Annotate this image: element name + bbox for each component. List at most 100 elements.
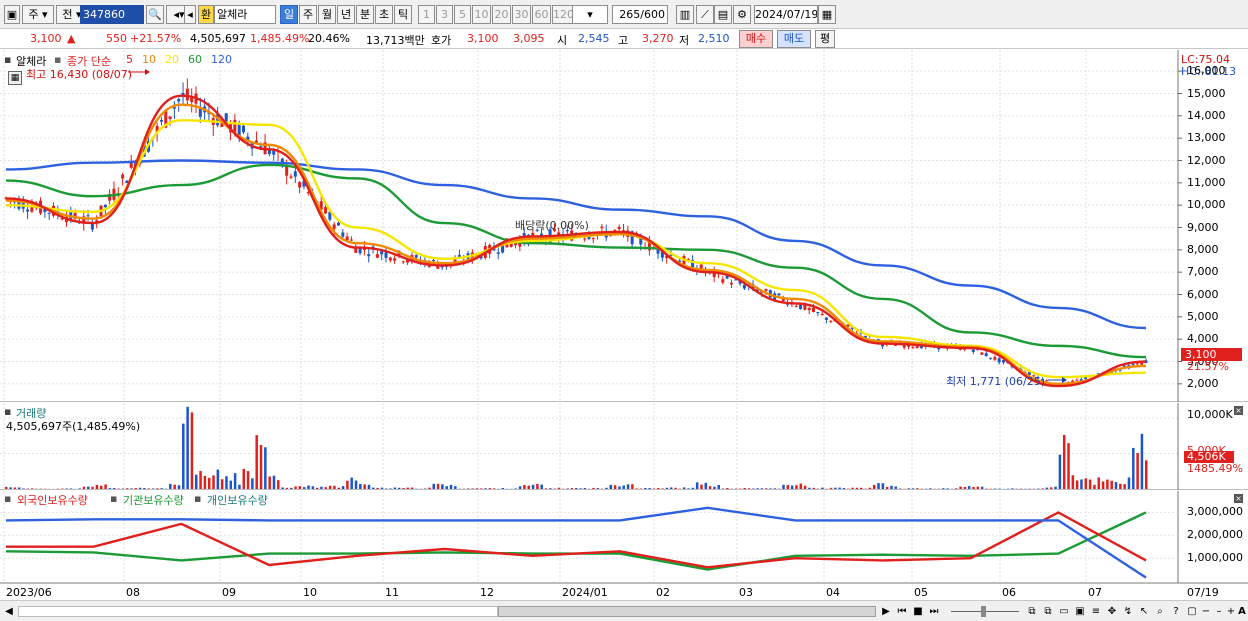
pan-icon[interactable]: ✥ [1105, 604, 1119, 619]
x-axis-label: 2023/06 [6, 586, 52, 599]
font-size-icon[interactable]: A [1236, 604, 1248, 619]
zoom-search-icon[interactable]: ⌕ [1153, 604, 1167, 619]
period-tab-1[interactable]: 주 [299, 5, 317, 24]
candle-body [47, 212, 51, 214]
stop-icon[interactable]: ■ [911, 604, 925, 619]
volume-bar [691, 487, 695, 489]
interval-dropdown[interactable]: ▾ [572, 5, 608, 24]
period-tab-6[interactable]: 틱 [394, 5, 412, 24]
volume-bar [259, 444, 263, 489]
open-value: 2,545 [578, 32, 610, 45]
volume-bar [1114, 482, 1118, 489]
price-y-tick: 13,000 [1187, 131, 1226, 145]
candle-body [242, 125, 245, 133]
copy-icon[interactable]: ⧉ [1041, 604, 1055, 619]
buy-button[interactable]: 매수 [739, 30, 773, 48]
volume-bar [372, 487, 375, 489]
volume-bar [657, 487, 660, 489]
interval-button-1[interactable]: 1 [418, 5, 435, 24]
interval-button-60[interactable]: 60 [532, 5, 551, 24]
period-tab-2[interactable]: 월 [318, 5, 336, 24]
stock-name-field[interactable]: 알체라 [214, 5, 276, 24]
scrollbar-track[interactable] [18, 606, 498, 617]
interval-button-3[interactable]: 3 [436, 5, 453, 24]
candle-icon[interactable]: ▥ [676, 5, 694, 24]
period-tab-5[interactable]: 초 [375, 5, 393, 24]
image-icon[interactable]: ▣ [1073, 604, 1087, 619]
volume-bar [272, 475, 276, 489]
save-icon[interactable]: ▤ [714, 5, 732, 24]
rewind-icon[interactable]: ⏮ [895, 604, 909, 619]
volume-bar [566, 488, 569, 489]
candle-body [794, 306, 798, 308]
volume-bar [501, 487, 505, 489]
holdings-chart-panel[interactable]: ▪ 외국인보유수량 ▪ 기관보유수량 ▪ 개인보유수량 3,000,000 2,000,00… [0, 491, 1248, 583]
interval-button-20[interactable]: 20 [492, 5, 511, 24]
window-tile-icon[interactable]: ▭ [1057, 604, 1071, 619]
cursor-icon[interactable]: ↖ [1137, 604, 1151, 619]
price-y-tick: 4,000 [1187, 332, 1219, 346]
window-icon[interactable]: ▣ [4, 5, 20, 24]
candle-body [103, 204, 107, 208]
volume-bar [726, 487, 729, 489]
volume-value: 4,505,697 [190, 32, 246, 45]
candle-body [172, 107, 176, 109]
volume-bar [605, 487, 608, 489]
scroll-right-icon[interactable]: ▶ [880, 604, 892, 619]
scroll-left-icon[interactable]: ◀ [3, 604, 15, 619]
volume-bar [397, 487, 401, 489]
volume-bar [315, 487, 319, 489]
stock-code-input[interactable]: 347860 [80, 5, 144, 24]
interval-button-10[interactable]: 10 [472, 5, 491, 24]
zoom-slider-handle[interactable] [981, 606, 986, 617]
price-y-tick: 10,000 [1187, 198, 1226, 212]
holdings-bullet-icon: ▪ [4, 492, 12, 505]
interval-button-120[interactable]: 120 [552, 5, 574, 24]
fast-forward-icon[interactable]: ⏭ [927, 604, 941, 619]
grid-icon[interactable]: ▦ [8, 71, 22, 85]
layout-icon[interactable]: ⧉ [1025, 604, 1039, 619]
volume-bar [251, 478, 254, 489]
dash-icon[interactable]: – [1213, 604, 1225, 619]
volume-bar [1097, 477, 1100, 489]
gear-icon[interactable]: ⚙ [733, 5, 751, 24]
period-tab-0[interactable]: 일 [280, 5, 298, 24]
zoom-out-icon[interactable]: − [1200, 604, 1212, 619]
sell-button[interactable]: 매도 [777, 30, 811, 48]
period-tab-3[interactable]: 년 [337, 5, 355, 24]
date-field[interactable]: 2024/07/19 [754, 5, 818, 24]
volume-bar [717, 485, 720, 489]
volume-current-pct: 1485.49% [1187, 462, 1243, 475]
market-select[interactable]: 주 ▾ [22, 5, 54, 24]
interval-button-5[interactable]: 5 [454, 5, 471, 24]
close-holdings-panel-icon[interactable]: × [1234, 494, 1243, 503]
candle-body [341, 232, 345, 237]
volume-chart-panel[interactable]: ▪ 거래량 4,505,697주(1,485.49%) 10,000K 5,00… [0, 403, 1248, 490]
price-chart-panel[interactable]: ▪ 알체라 ▪ 종가 단순 5 10 20 60 120 ▦ 최고 16,430 (08… [0, 50, 1248, 402]
help-icon[interactable]: ? [1169, 604, 1183, 619]
avg-button[interactable]: 평 [815, 30, 835, 48]
count-field[interactable]: 265/600 [612, 5, 668, 24]
minimize-icon[interactable]: ▢ [1185, 604, 1199, 619]
prev-arrow-icon[interactable]: ◂ [184, 5, 196, 24]
price-y-tick: 9,000 [1187, 220, 1219, 234]
chart-type-icon[interactable]: ≡ [1089, 604, 1103, 619]
trend-icon[interactable]: ↯ [1121, 604, 1135, 619]
volume-bar [583, 487, 587, 489]
search-icon[interactable]: 🔍 [146, 5, 164, 24]
period-tab-4[interactable]: 분 [356, 5, 374, 24]
x-axis-label: 2024/01 [562, 586, 608, 599]
candle-body [324, 207, 328, 214]
calendar-icon[interactable]: ▦ [818, 5, 836, 24]
candle-body [816, 312, 820, 314]
close-panel-icon[interactable]: × [1234, 406, 1243, 415]
volume-bar [147, 488, 150, 489]
draw-tool-icon[interactable]: ⟋ [696, 5, 714, 24]
volume-bar [1106, 479, 1109, 489]
interval-button-30[interactable]: 30 [512, 5, 531, 24]
volume-bar [220, 479, 224, 489]
scrollbar-thumb[interactable] [498, 606, 876, 617]
stock-tag: 환 [198, 5, 214, 24]
volume-bar [769, 488, 772, 489]
volume-bar [929, 488, 932, 489]
